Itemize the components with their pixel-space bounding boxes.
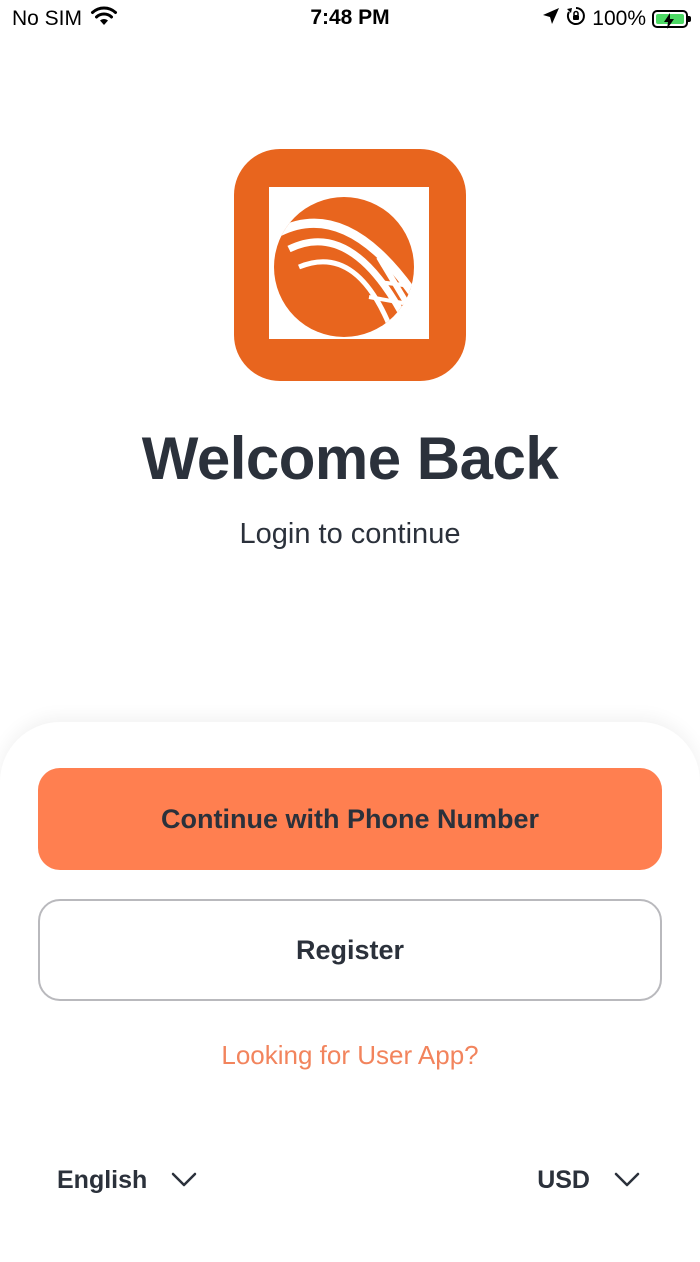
page-title: Welcome Back: [141, 425, 559, 492]
status-right: 100%: [542, 6, 691, 32]
currency-label: USD: [537, 1166, 590, 1194]
chevron-down-icon: [171, 1166, 197, 1195]
logo-emblem: [269, 187, 430, 339]
location-arrow-icon: [542, 7, 560, 31]
rotation-lock-icon: [566, 6, 586, 32]
language-label: English: [57, 1166, 148, 1194]
currency-selector[interactable]: USD: [537, 1166, 640, 1195]
chevron-down-icon: [614, 1166, 640, 1195]
continue-with-phone-button[interactable]: Continue with Phone Number: [38, 768, 662, 870]
battery-icon: [652, 10, 691, 29]
language-selector[interactable]: English: [57, 1166, 197, 1195]
battery-percentage: 100%: [592, 7, 646, 30]
app-logo: [234, 149, 466, 381]
status-bar: No SIM 7:48 PM 100%: [0, 0, 700, 40]
charging-bolt-icon: [663, 11, 675, 35]
register-button[interactable]: Register: [38, 899, 662, 1001]
page-subtitle: Login to continue: [239, 518, 461, 550]
user-app-link[interactable]: Looking for User App?: [0, 1040, 700, 1071]
